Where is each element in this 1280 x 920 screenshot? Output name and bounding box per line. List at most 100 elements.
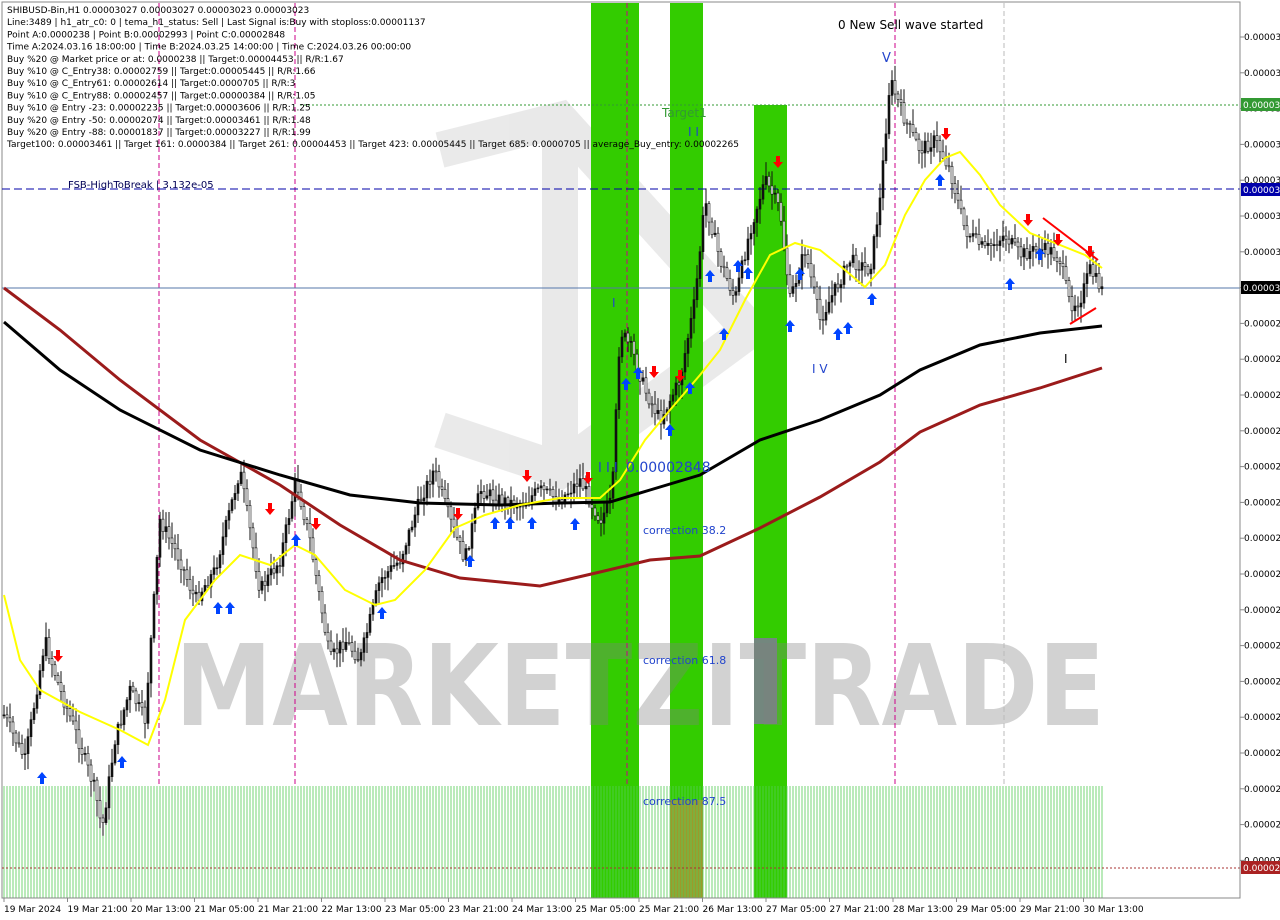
candle-body <box>959 199 963 210</box>
price-tick-label: 0.00003 <box>1244 33 1280 43</box>
candle-body <box>251 527 255 549</box>
price-tick-label: 0.00002 <box>1244 355 1280 365</box>
candle-body <box>179 559 183 570</box>
candle-body <box>818 298 822 320</box>
candle-body <box>887 95 891 135</box>
candle-body <box>1016 241 1020 248</box>
candle-body <box>1067 280 1071 297</box>
candle-body <box>926 140 930 152</box>
candle-body <box>71 715 75 722</box>
candle-body <box>980 241 984 245</box>
candle-body <box>875 224 879 237</box>
candle-body <box>1022 248 1026 258</box>
time-tick-label: 20 Mar 13:00 <box>131 905 191 915</box>
candle-body <box>278 565 282 567</box>
candle-body <box>539 485 543 489</box>
candle-body <box>947 165 951 168</box>
candle-body <box>32 708 36 720</box>
candle-body <box>746 238 750 261</box>
candle-body <box>1031 246 1035 252</box>
candle-body <box>137 702 141 705</box>
price-tick-label: 0.00002 <box>1244 821 1280 831</box>
price-tick-label: 0.00003 <box>1244 212 1280 222</box>
candle-body <box>1076 305 1080 308</box>
candle-body <box>83 753 87 755</box>
candle-body <box>893 80 897 95</box>
candle-body <box>812 276 816 288</box>
candle-body <box>1082 283 1086 304</box>
candle-body <box>482 491 486 499</box>
candle-body <box>218 554 222 569</box>
candle-body <box>11 721 15 734</box>
candle-body <box>98 800 102 819</box>
price-tick-label: 0.00002 <box>1244 677 1280 687</box>
candle-body <box>566 493 570 496</box>
candle-body <box>1055 257 1059 262</box>
candle-body <box>764 176 768 185</box>
time-tick-label: 30 Mar 13:00 <box>1084 905 1144 915</box>
candle-body <box>356 659 360 661</box>
candle-body <box>74 720 78 731</box>
candle-body <box>449 506 453 520</box>
candle-body <box>332 648 336 653</box>
candle-body <box>953 183 957 194</box>
candle-body <box>230 499 234 511</box>
candle-body <box>173 543 177 550</box>
candle-body <box>287 518 291 526</box>
candle-body <box>80 748 84 755</box>
candle-body <box>185 569 189 580</box>
candle-body <box>164 526 168 532</box>
candle-body <box>224 519 228 538</box>
candle-body <box>161 518 165 532</box>
candle-body <box>1034 246 1038 251</box>
candle-body <box>170 537 174 544</box>
trading-chart[interactable]: MARKETZITRADE 0 New Sell wave started Ta… <box>0 0 1280 920</box>
candle-body <box>152 593 156 639</box>
candle-body <box>896 93 900 100</box>
candle-body <box>125 699 129 711</box>
candle-body <box>485 495 489 499</box>
candle-body <box>974 233 978 235</box>
candle-body <box>839 284 843 289</box>
candle-body <box>377 582 381 591</box>
candle-body <box>716 232 720 252</box>
candle-body <box>359 652 363 661</box>
candle-body <box>365 632 369 639</box>
candle-body <box>869 268 873 275</box>
candle-body <box>773 192 777 195</box>
candle-body <box>647 392 651 405</box>
candle-body <box>986 243 990 246</box>
price-tick-label: 0.00002 <box>1244 534 1280 544</box>
current-price-tag-text: 0.00003 <box>1243 284 1280 294</box>
candle-body <box>950 166 954 185</box>
info-line: Target100: 0.00003461 || Target 161: 0.0… <box>6 140 739 150</box>
candle-body <box>944 157 948 167</box>
candle-body <box>632 341 636 355</box>
candle-body <box>734 291 738 296</box>
candle-body <box>605 502 609 514</box>
candle-body <box>674 382 678 396</box>
time-tick-label: 27 Mar 21:00 <box>830 905 890 915</box>
candle-body <box>389 565 393 572</box>
candle-body <box>1091 264 1095 277</box>
candle-body <box>803 254 807 256</box>
candle-body <box>488 489 492 497</box>
band-lower-tint <box>670 800 703 898</box>
price-axis: 0.00003 0.00003 0.00003 0.00003 0.00003 0.000… <box>1239 2 1280 898</box>
candle-body <box>191 589 195 595</box>
candle-body <box>533 488 537 496</box>
candle-body <box>227 510 231 521</box>
candle-body <box>728 278 732 291</box>
candle-body <box>2 714 6 717</box>
candle-body <box>65 706 69 709</box>
candle-body <box>599 519 603 524</box>
candle-body <box>275 565 279 574</box>
info-line: Buy %20 @ Entry -88: 0.00001837 || Targe… <box>7 128 311 138</box>
candle-body <box>53 664 57 676</box>
candle-body <box>50 658 54 666</box>
candle-body <box>707 203 711 223</box>
candle-body <box>149 637 153 684</box>
candle-body <box>761 184 765 200</box>
candle-body <box>368 613 372 633</box>
candle-body <box>1004 235 1008 240</box>
